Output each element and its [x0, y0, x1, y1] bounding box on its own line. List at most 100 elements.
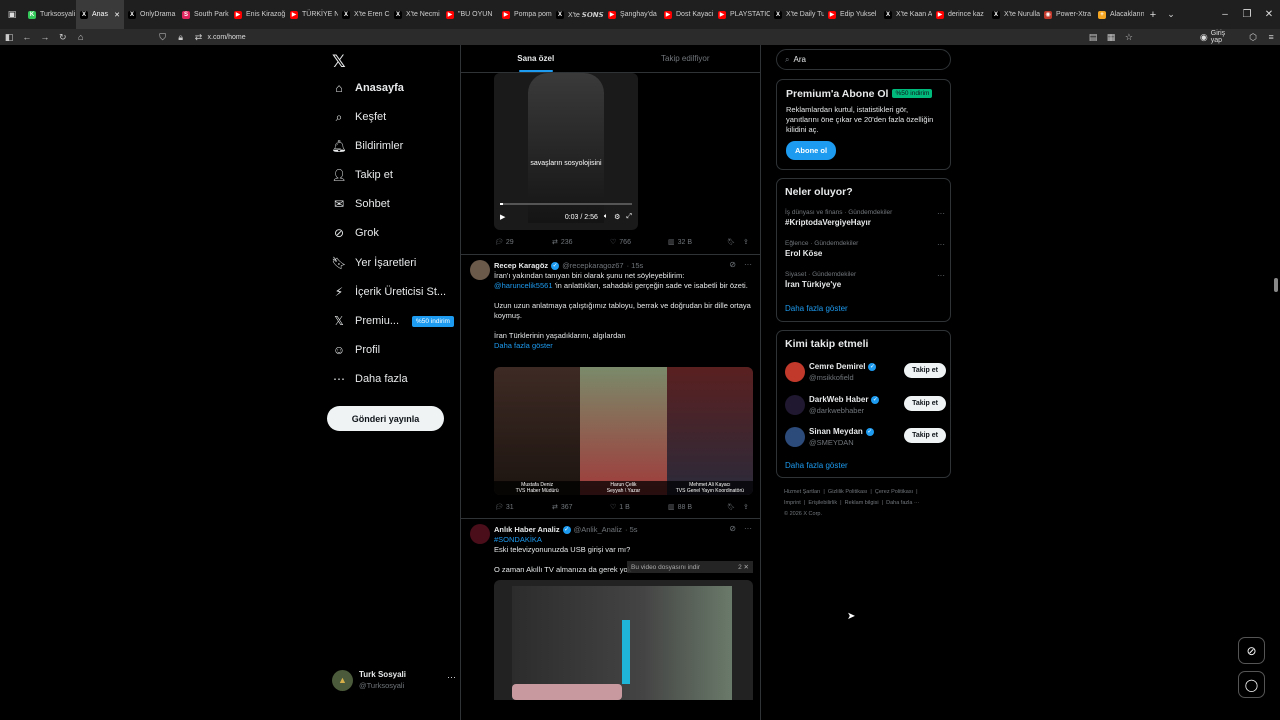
nav-item[interactable]: 𝕏 Premiu... %50 indirim — [332, 314, 454, 328]
forward-icon[interactable]: → — [36, 32, 54, 42]
views-button[interactable]: ▥ 32 B — [668, 238, 726, 247]
footer-link[interactable]: Gizlilik Politikası — [828, 489, 867, 495]
avatar[interactable] — [470, 260, 490, 280]
nav-item[interactable]: 🔔︎ Bildirimler — [331, 139, 403, 153]
follow-button[interactable]: Takip et — [904, 396, 946, 411]
tab-following[interactable]: Takip edilfiyor — [611, 45, 761, 72]
nav-item[interactable]: ☺ Profil — [332, 343, 380, 357]
volume-icon[interactable]: 🔈︎ — [604, 213, 608, 221]
like-button[interactable]: ♡ 1 B — [610, 503, 668, 512]
more-icon[interactable]: ··· — [937, 271, 945, 280]
nav-item[interactable]: ⌕ Keşfet — [332, 110, 387, 124]
mention-link[interactable]: @haruncelik5561 — [494, 281, 552, 290]
repost-button[interactable]: ⇄ 367 — [552, 503, 610, 512]
browser-tab[interactable]: X X'te Necmi — [390, 0, 442, 29]
nav-item[interactable]: ✉ Sohbet — [332, 197, 390, 211]
follow-suggestion[interactable]: DarkWeb Haber ✓ @darkwebhaber Takip et — [785, 394, 946, 416]
download-label[interactable]: Bu video dosyasını indir — [631, 564, 700, 571]
browser-tab[interactable]: ▶ Şanghay'da — [604, 0, 660, 29]
browser-tab[interactable]: ▶ derince kaz — [932, 0, 988, 29]
subscribe-button[interactable]: Abone ol — [786, 141, 837, 160]
reply-button[interactable]: 💬︎ 31 — [494, 503, 552, 512]
avatar[interactable] — [470, 524, 490, 544]
footer-link[interactable]: Erişilebilirlik — [808, 500, 837, 506]
share-button[interactable]: ⇪ — [743, 238, 749, 246]
nav-item[interactable]: ⌂ Anasayfa — [332, 81, 404, 95]
tweet-video[interactable] — [494, 580, 753, 700]
share-button[interactable]: ⇪ — [743, 503, 749, 511]
bookmark-star-icon[interactable]: ☆ — [1120, 32, 1138, 43]
footer-link[interactable]: Hizmet Şartları — [784, 489, 820, 495]
browser-tab[interactable]: + Alacaklarını — [1094, 0, 1144, 29]
author-name[interactable]: Anlık Haber Analiz — [494, 525, 560, 534]
nav-item[interactable]: ⋯ Daha fazla — [332, 372, 408, 386]
grok-icon[interactable]: ⊘ — [729, 524, 736, 533]
shield-icon[interactable]: ⛉ — [154, 32, 172, 43]
browser-tab[interactable]: X X'te Daily Tu — [770, 0, 824, 29]
grok-icon[interactable]: ⊘ — [729, 260, 736, 269]
bookmark-button[interactable]: 🔖︎ — [726, 503, 735, 511]
messages-floating-button[interactable]: ◯ — [1238, 671, 1265, 698]
close-window-icon[interactable]: ✕ — [1258, 9, 1280, 20]
author-handle[interactable]: @recepkaragoz67 — [562, 261, 623, 270]
browser-tab[interactable]: ▶ Edip Yuksel — [824, 0, 880, 29]
menu-icon[interactable]: ≡ — [1262, 32, 1280, 42]
tab-for-you[interactable]: Sana özel — [461, 45, 611, 72]
url-field[interactable]: x.com/home — [208, 34, 1085, 41]
lock-icon[interactable]: 🔒︎ — [172, 32, 190, 43]
trend-item[interactable]: İş dünyası ve finans · Gündemdekiler #Kr… — [785, 209, 945, 227]
browser-tab[interactable]: X OnlyDrama — [124, 0, 178, 29]
tab-close-icon[interactable]: ✕ — [114, 11, 120, 19]
grok-floating-button[interactable]: ⊘ — [1238, 637, 1265, 664]
new-tab-button[interactable]: + — [1144, 9, 1162, 21]
sidebar-toggle-icon[interactable]: ◧ — [0, 32, 18, 43]
reload-icon[interactable]: ↻ — [54, 32, 72, 43]
video-progress-bar[interactable] — [500, 203, 632, 205]
browser-tab[interactable]: ▶ TÜRKİYE NA — [286, 0, 338, 29]
more-icon[interactable]: ··· — [937, 240, 945, 249]
video-download-bar[interactable]: Bu video dosyasını indir 2 ✕ — [627, 561, 753, 573]
minimize-icon[interactable]: – — [1214, 9, 1236, 20]
permissions-icon[interactable]: ⇄ — [190, 32, 208, 43]
more-icon[interactable]: ··· — [937, 209, 945, 218]
account-switcher[interactable]: ▲ Turk Sosyali @Turksosyali ··· — [332, 667, 456, 693]
search-input[interactable]: ⌕ Ara — [776, 49, 951, 70]
hashtag-link[interactable]: #SONDAKİKA — [494, 535, 756, 545]
restore-icon[interactable]: ❐ — [1236, 9, 1258, 20]
more-icon[interactable]: ··· — [744, 260, 752, 269]
browser-tab[interactable]: X X'te Eren Ca — [338, 0, 390, 29]
browser-tab[interactable]: ▶ Enis Kirazoğ — [230, 0, 286, 29]
tab-actions-icon[interactable]: ▣ — [0, 9, 24, 20]
browser-tab[interactable]: X X'te Nurulla — [988, 0, 1040, 29]
repost-button[interactable]: ⇄ 236 — [552, 238, 610, 247]
browser-tab[interactable]: ▶ Pompa pom — [498, 0, 552, 29]
play-icon[interactable]: ▶ — [500, 213, 505, 221]
tab-list-chevron-icon[interactable]: ⌄ — [1162, 9, 1180, 20]
more-icon[interactable]: ··· — [447, 672, 456, 682]
browser-tab[interactable]: S South Park — [178, 0, 230, 29]
tweet-time[interactable]: · 15s — [627, 261, 644, 270]
views-button[interactable]: ▥ 88 B — [668, 503, 726, 512]
footer-link[interactable]: Daha fazla ··· — [886, 500, 919, 506]
nav-item[interactable]: ⚡︎ İçerik Üreticisi St... — [332, 285, 446, 299]
author-name[interactable]: Recep Karagöz — [494, 261, 548, 270]
follow-suggestion[interactable]: Sinan Meydan ✓ @SMEYDAN Takip et — [785, 426, 946, 448]
footer-link[interactable]: Reklam bilgisi — [845, 500, 879, 506]
browser-tab[interactable]: ▶ "BU OYUN — [442, 0, 498, 29]
trend-item[interactable]: Siyaset · Gündemdekiler İran Türkiye'ye … — [785, 271, 945, 289]
browser-tab[interactable]: ▶ Dost Kayaci — [660, 0, 714, 29]
show-more-link[interactable]: Daha fazla göster — [785, 304, 848, 313]
browser-tab[interactable]: X Anas ✕ — [76, 0, 124, 29]
follow-button[interactable]: Takip et — [904, 428, 946, 443]
show-more-link[interactable]: Daha fazla göster — [785, 461, 848, 470]
browser-tab[interactable]: K Turksosyali — [24, 0, 76, 29]
follow-button[interactable]: Takip et — [904, 363, 946, 378]
browser-tab[interactable]: X X'te 𝙎𝙊𝙉𝙎 — [552, 0, 604, 29]
reply-button[interactable]: 💬︎ 29 — [494, 238, 552, 247]
browser-tab[interactable]: X X'te Kaan A — [880, 0, 932, 29]
x-logo-icon[interactable]: 𝕏 — [332, 52, 346, 72]
scrollbar-thumb[interactable] — [1274, 278, 1278, 292]
video-player[interactable]: savaşların sosyolojisini ▶ 0:03 / 2:56 🔈… — [494, 73, 638, 230]
settings-icon[interactable]: ⚙ — [614, 213, 620, 221]
reader-view-icon[interactable]: ▤ — [1084, 32, 1102, 43]
